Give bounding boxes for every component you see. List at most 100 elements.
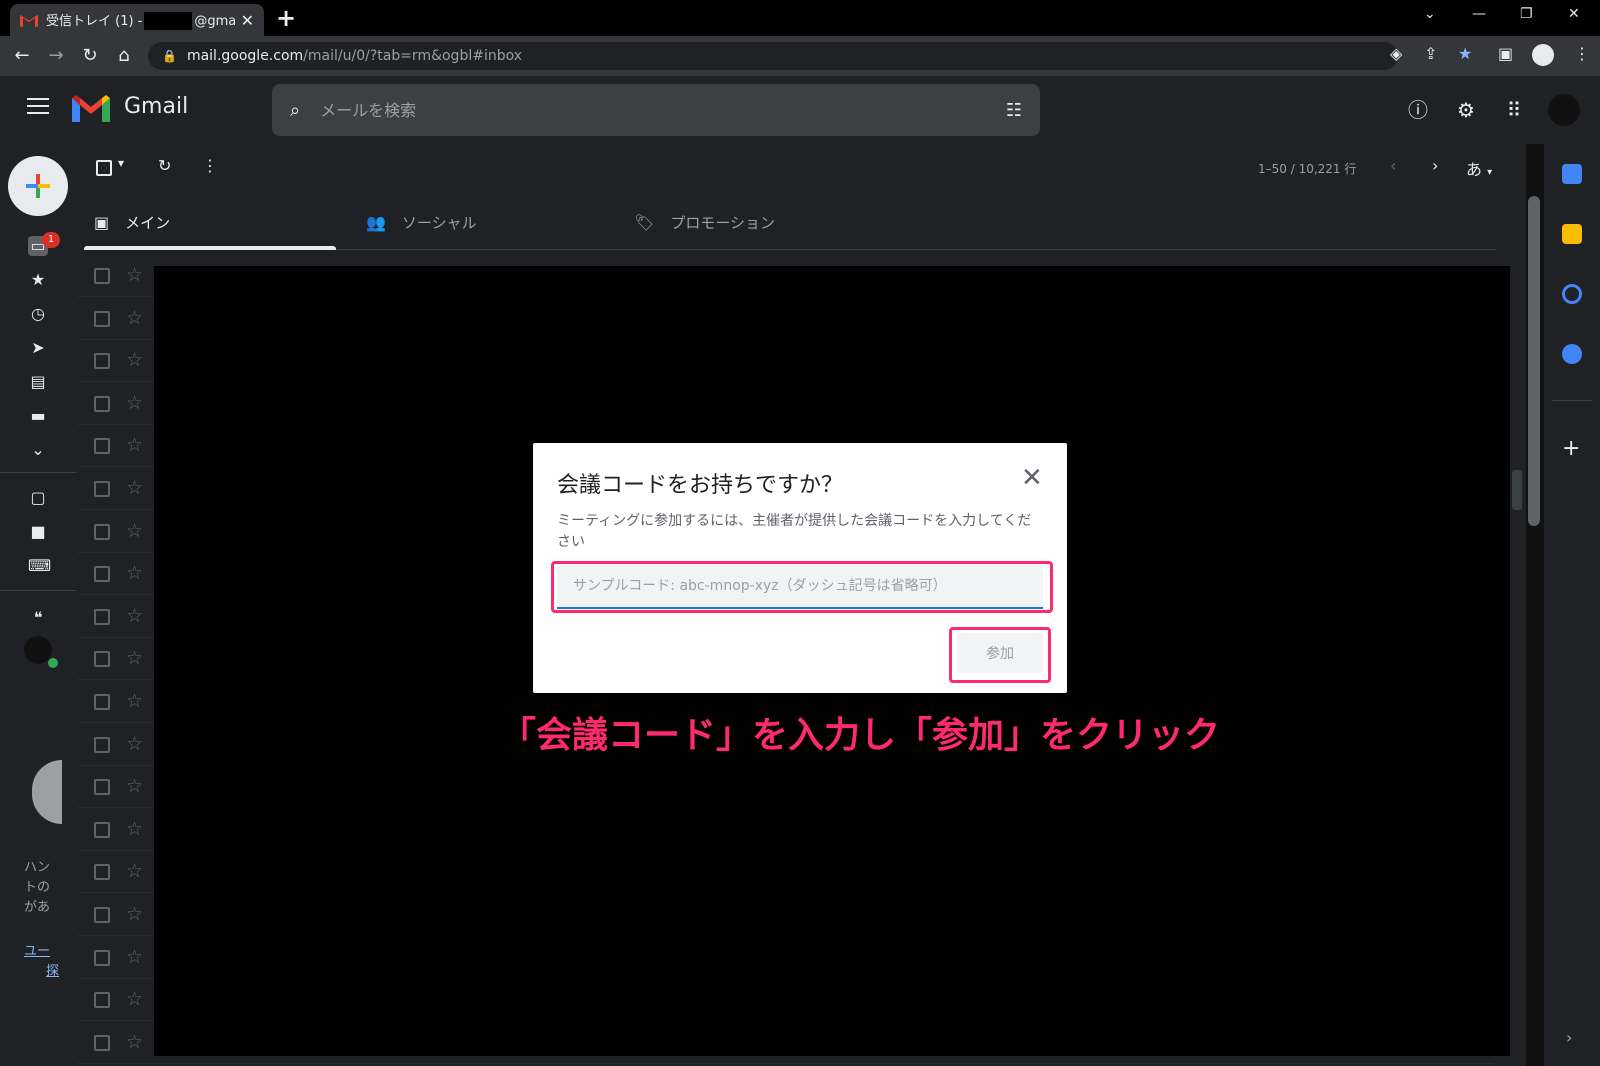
select-dropdown-icon[interactable]: ▾	[118, 156, 124, 170]
compose-button[interactable]	[8, 156, 68, 216]
chat-empty-text: ハン	[24, 860, 51, 875]
row-checkbox[interactable]	[94, 608, 110, 625]
label-icon[interactable]: ▬	[28, 406, 48, 426]
row-checkbox[interactable]	[94, 736, 110, 753]
star-icon[interactable]: ☆	[126, 647, 143, 669]
forward-icon[interactable]: →	[44, 44, 68, 68]
row-checkbox[interactable]	[94, 566, 110, 583]
close-icon[interactable]: ✕	[1021, 465, 1043, 491]
refresh-icon[interactable]: ↻	[158, 156, 171, 175]
row-checkbox[interactable]	[94, 481, 110, 497]
row-checkbox[interactable]	[94, 523, 110, 540]
close-window-icon[interactable]: ✕	[1568, 6, 1580, 22]
share-icon[interactable]: ⇪	[1424, 44, 1437, 63]
row-checkbox[interactable]	[94, 353, 110, 370]
new-tab-icon[interactable]: +	[276, 6, 296, 30]
vertical-scrollbar[interactable]	[1528, 196, 1540, 526]
star-icon[interactable]: ☆	[126, 988, 143, 1010]
search-icon[interactable]: ⌕	[290, 100, 300, 121]
find-user-link[interactable]: 探	[46, 960, 59, 979]
search-options-icon[interactable]: ☷	[1006, 100, 1022, 121]
calendar-icon[interactable]	[1562, 164, 1582, 184]
star-icon[interactable]: ☆	[126, 1031, 143, 1053]
browser-tab[interactable]: 受信トレイ (1) - @gmail.co ✕	[10, 4, 264, 36]
restore-icon[interactable]: ❐	[1520, 6, 1533, 22]
keyboard-icon[interactable]: ⌨	[28, 556, 51, 576]
star-icon[interactable]: ☆	[126, 946, 143, 968]
row-checkbox[interactable]	[94, 779, 110, 796]
star-icon[interactable]: ☆	[126, 690, 143, 712]
next-page-icon[interactable]: ›	[1432, 156, 1438, 175]
more-chevron-down-icon[interactable]: ⌄	[28, 440, 48, 460]
help-icon[interactable]: ⓘ	[1406, 98, 1430, 122]
account-avatar[interactable]	[1548, 94, 1580, 126]
apps-grid-icon[interactable]: ⠿	[1502, 98, 1526, 122]
tab-promotions[interactable]: 🏷 プロモーション	[634, 194, 775, 250]
profile-avatar[interactable]	[1532, 44, 1554, 66]
lock-icon[interactable]: 🔒	[162, 49, 177, 63]
address-bar[interactable]: 🔒 mail.google.com/mail/u/0/?tab=rm&ogbl#…	[148, 42, 1398, 70]
tab-search-icon[interactable]: ⌄	[1424, 6, 1436, 22]
row-checkbox[interactable]	[94, 694, 110, 710]
row-checkbox[interactable]	[94, 949, 110, 966]
star-icon[interactable]: ☆	[126, 818, 143, 840]
close-tab-icon[interactable]: ✕	[241, 11, 254, 30]
row-checkbox[interactable]	[94, 310, 110, 327]
row-checkbox[interactable]	[94, 1034, 110, 1051]
home-icon[interactable]: ⌂	[112, 44, 136, 68]
row-checkbox[interactable]	[94, 395, 110, 412]
main-menu-icon[interactable]	[27, 98, 49, 114]
star-icon[interactable]: ☆	[126, 392, 143, 414]
snoozed-icon[interactable]: ◷	[28, 304, 48, 324]
search-input[interactable]	[320, 100, 1006, 120]
star-icon[interactable]: ☆	[126, 307, 143, 329]
bookmark-star-icon[interactable]: ★	[1458, 44, 1472, 63]
row-checkbox[interactable]	[94, 821, 110, 838]
keep-icon[interactable]	[1562, 224, 1582, 244]
gmail-wordmark[interactable]: Gmail	[124, 94, 188, 119]
star-icon[interactable]: ☆	[126, 349, 143, 371]
hangouts-icon[interactable]: ❝	[28, 608, 48, 628]
star-icon[interactable]: ☆	[126, 562, 143, 584]
prev-page-icon[interactable]: ‹	[1390, 156, 1396, 175]
sent-icon[interactable]: ➤	[28, 338, 48, 358]
select-all-checkbox[interactable]	[96, 160, 112, 176]
row-checkbox[interactable]	[94, 651, 110, 668]
gear-icon[interactable]: ⚙	[1454, 98, 1478, 122]
more-options-icon[interactable]: ⋮	[202, 156, 218, 175]
find-user-link[interactable]: ユー	[24, 940, 50, 959]
tasks-icon[interactable]	[1562, 284, 1582, 304]
expand-panel-icon[interactable]: ›	[1566, 1028, 1572, 1047]
star-icon[interactable]: ☆	[126, 434, 143, 456]
star-icon[interactable]: ☆	[126, 733, 143, 755]
row-checkbox[interactable]	[94, 907, 110, 923]
star-icon[interactable]: ☆	[126, 903, 143, 925]
minimize-icon[interactable]: —	[1472, 6, 1486, 22]
overlay-scroll-handle[interactable]	[1512, 470, 1522, 510]
star-icon[interactable]: ☆	[126, 605, 143, 627]
input-tools-button[interactable]: あ ▾	[1466, 156, 1492, 180]
star-icon[interactable]: ☆	[126, 477, 143, 499]
row-checkbox[interactable]	[94, 864, 110, 881]
row-checkbox[interactable]	[94, 992, 110, 1009]
contacts-icon[interactable]	[1562, 344, 1582, 364]
tab-primary[interactable]: ▣ メイン	[94, 194, 170, 250]
star-icon[interactable]: ☆	[126, 520, 143, 542]
video-camera-icon[interactable]: ■	[28, 522, 48, 542]
back-icon[interactable]: ←	[10, 44, 34, 68]
star-icon[interactable]: ☆	[126, 264, 143, 286]
star-icon[interactable]: ☆	[126, 860, 143, 882]
tab-social[interactable]: 👥 ソーシャル	[366, 194, 477, 250]
row-checkbox[interactable]	[94, 438, 110, 455]
add-addon-icon[interactable]: +	[1562, 436, 1580, 461]
starred-icon[interactable]: ★	[28, 270, 48, 290]
side-panel-icon[interactable]: ▣	[1498, 44, 1513, 63]
browser-menu-icon[interactable]: ⋮	[1574, 44, 1590, 63]
drafts-icon[interactable]: ▤	[28, 372, 48, 392]
new-meeting-icon[interactable]: ▢	[28, 488, 48, 508]
star-icon[interactable]: ☆	[126, 775, 143, 797]
row-checkbox[interactable]	[94, 268, 110, 284]
gmail-favicon-icon	[20, 14, 38, 27]
eye-icon[interactable]: ◈	[1390, 44, 1402, 63]
reload-icon[interactable]: ↻	[78, 44, 102, 68]
